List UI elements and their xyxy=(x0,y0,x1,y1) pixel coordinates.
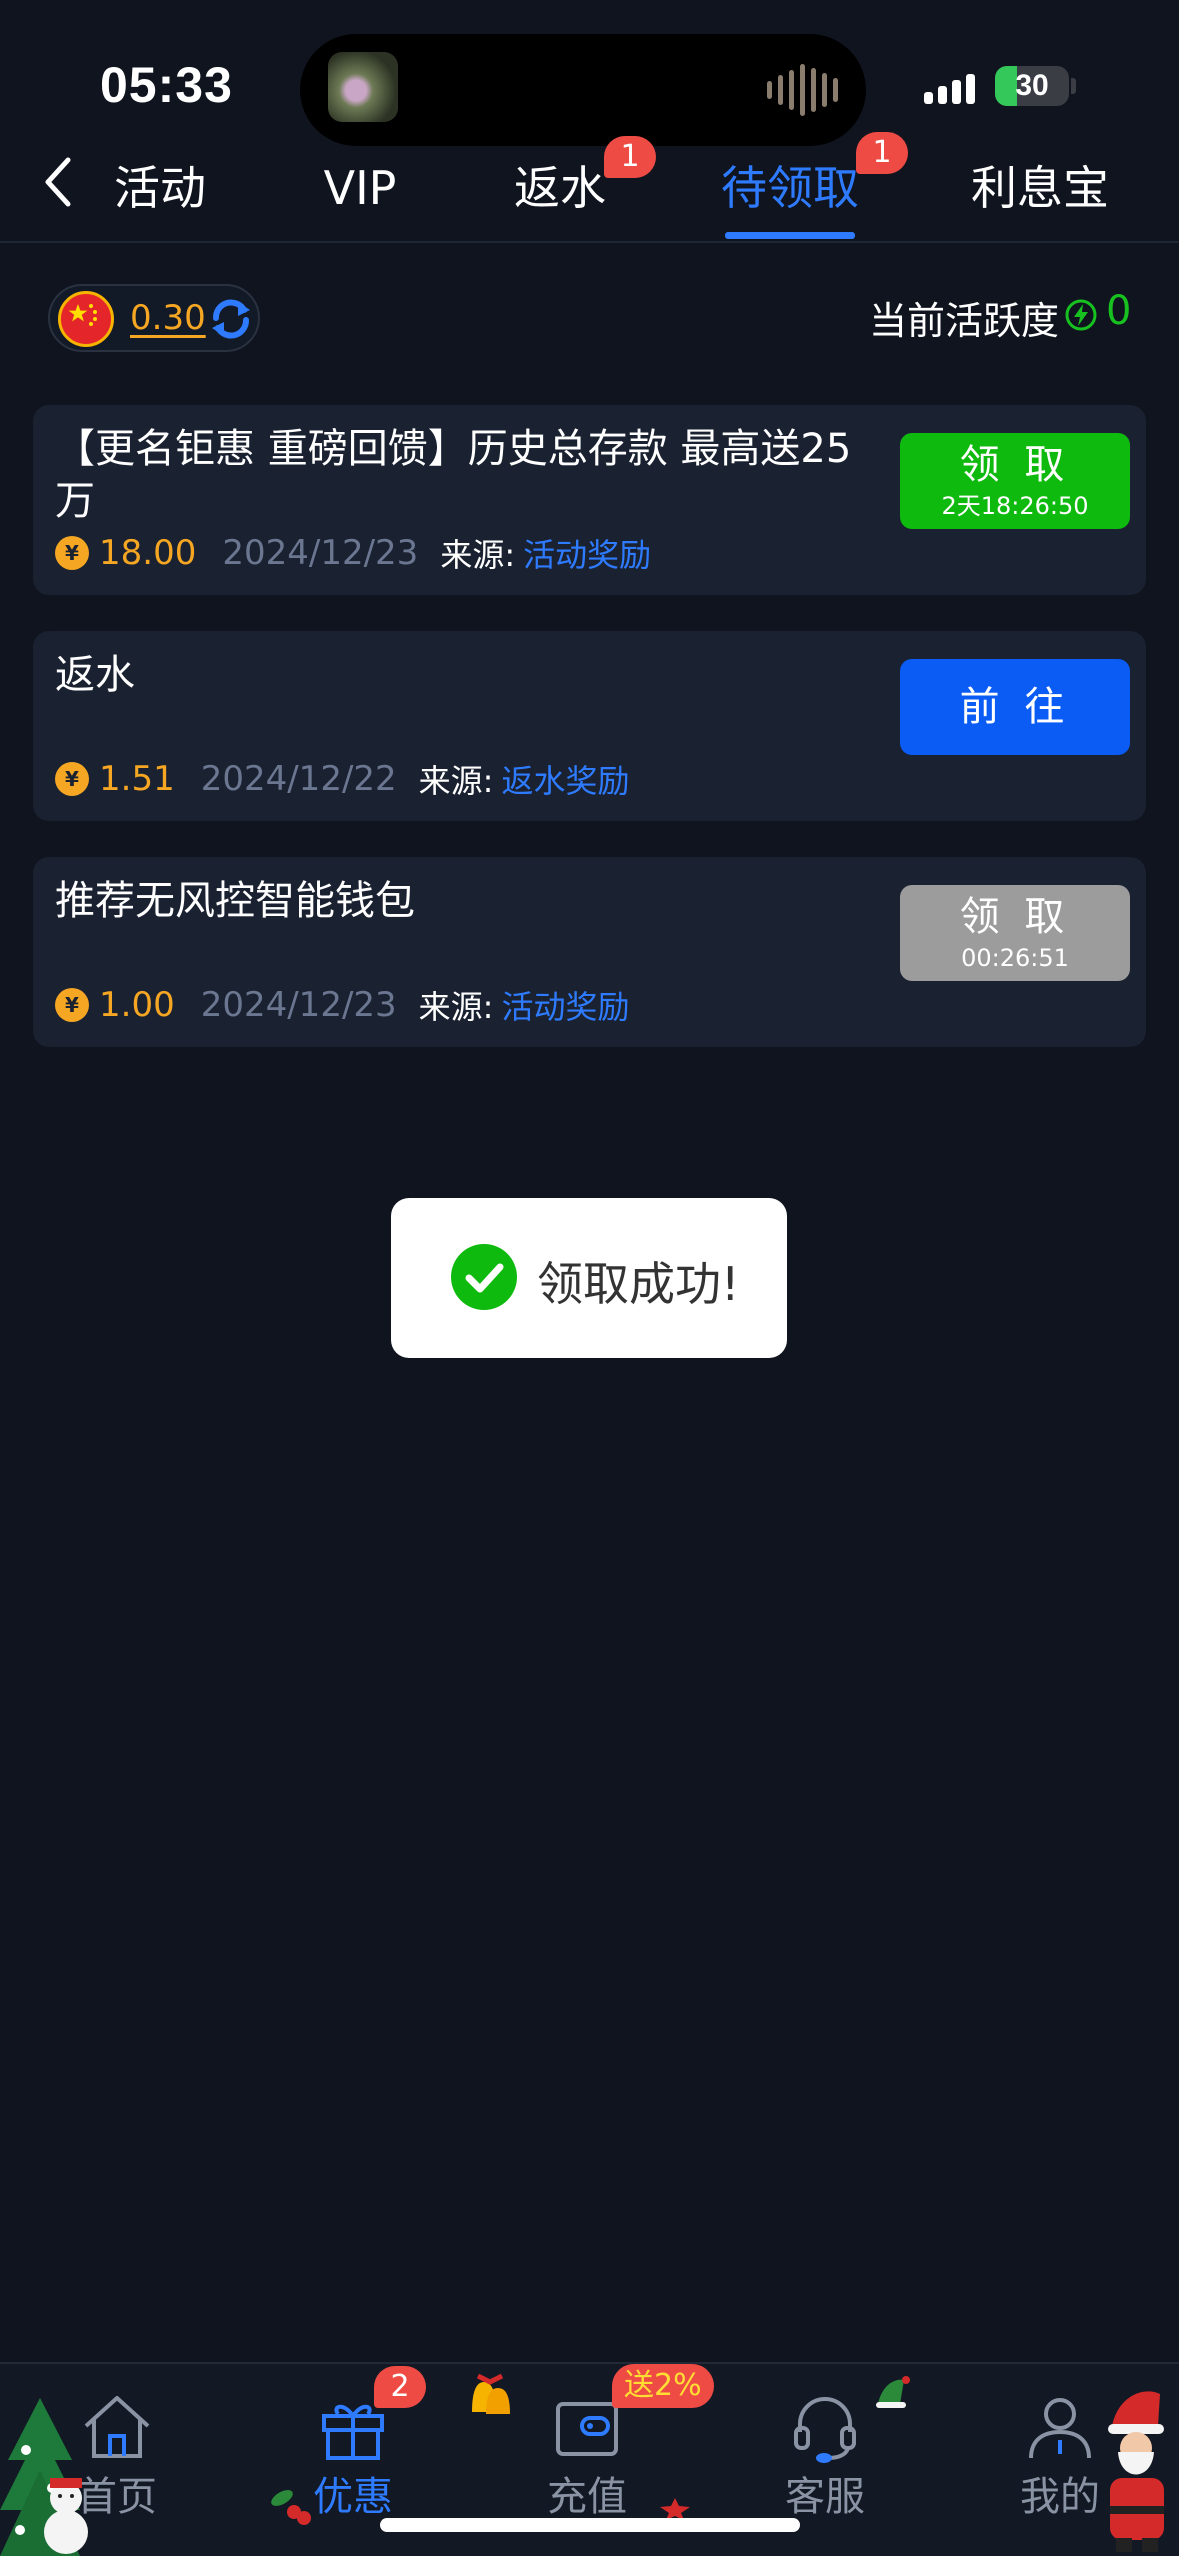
signal-icon xyxy=(924,68,975,104)
reward-meta: ¥ 1.00 2024/12/23 来源: 活动奖励 xyxy=(55,981,629,1029)
tab-rebate[interactable]: 返水 xyxy=(510,154,610,222)
reward-card: 【更名钜惠 重磅回馈】历史总存款 最高送25万 ¥ 18.00 2024/12/… xyxy=(33,405,1146,595)
bolt-icon xyxy=(1064,298,1098,332)
claim-button-label: 领 取 xyxy=(959,894,1071,940)
tab-vip[interactable]: VIP xyxy=(310,154,410,222)
go-button[interactable]: 前 往 xyxy=(900,659,1130,755)
dynamic-island xyxy=(300,34,866,146)
claim-button-label: 领 取 xyxy=(959,442,1071,488)
reward-source-link[interactable]: 返水奖励 xyxy=(501,756,629,802)
toast-message: 领取成功! xyxy=(537,1257,740,1311)
claim-button[interactable]: 领 取 2天18:26:50 xyxy=(900,433,1130,529)
activity-value: 0 xyxy=(1106,288,1132,334)
header-divider xyxy=(0,241,1179,243)
reward-amount: 1.00 xyxy=(99,985,175,1025)
reward-card: 返水 ¥ 1.51 2024/12/22 来源: 返水奖励 前 往 xyxy=(33,631,1146,821)
media-thumbnail xyxy=(328,52,398,122)
claim-countdown: 00:26:51 xyxy=(961,944,1069,972)
back-button[interactable] xyxy=(36,152,84,212)
reward-meta: ¥ 1.51 2024/12/22 来源: 返水奖励 xyxy=(55,755,629,803)
audio-waveform-icon xyxy=(767,62,838,118)
reward-amount: 18.00 xyxy=(99,533,197,573)
battery-icon: 30 xyxy=(995,66,1069,106)
nav-support-label: 客服 xyxy=(785,2474,865,2520)
reward-source-label: 来源: xyxy=(418,988,494,1026)
reward-title: 返水 xyxy=(55,652,135,698)
status-time: 05:33 xyxy=(100,57,233,113)
bells-icon xyxy=(472,2373,510,2414)
nav-deposit-label: 充值 xyxy=(547,2474,627,2520)
santa-hat-icon xyxy=(876,2376,910,2408)
go-button-label: 前 往 xyxy=(959,684,1071,730)
coin-icon: ¥ xyxy=(55,988,89,1022)
activity-label: 当前活跃度 xyxy=(868,299,1059,343)
balance-value: 0.30 xyxy=(130,298,206,338)
home-indicator xyxy=(380,2518,800,2532)
china-flag-icon xyxy=(58,291,114,347)
active-tab-indicator xyxy=(725,232,855,239)
tab-pending-claim[interactable]: 待领取 xyxy=(715,154,865,222)
reward-source-label: 来源: xyxy=(418,762,494,800)
coin-icon: ¥ xyxy=(55,536,89,570)
snowman-icon xyxy=(44,2478,88,2554)
check-circle-icon xyxy=(451,1244,517,1310)
reward-date: 2024/12/23 xyxy=(222,533,419,573)
chevron-left-icon xyxy=(45,157,71,207)
reward-source-link[interactable]: 活动奖励 xyxy=(523,530,651,576)
battery-tip xyxy=(1071,78,1076,94)
battery-level: 30 xyxy=(1015,69,1049,102)
holly-icon xyxy=(271,2490,311,2525)
tab-interest[interactable]: 利息宝 xyxy=(970,154,1110,222)
reward-date: 2024/12/22 xyxy=(200,759,397,799)
success-toast: 领取成功! xyxy=(391,1198,787,1358)
reward-source-link[interactable]: 活动奖励 xyxy=(501,982,629,1028)
reward-date: 2024/12/23 xyxy=(200,985,397,1025)
balance-pill: 0.30 xyxy=(48,284,260,352)
tab-activity[interactable]: 活动 xyxy=(110,154,210,222)
tab-pending-badge: 1 xyxy=(856,132,908,174)
star-decoration-icon xyxy=(660,2498,690,2520)
deposit-promo-badge: 送2% xyxy=(612,2364,714,2408)
reward-title: 推荐无风控智能钱包 xyxy=(55,878,415,924)
claim-countdown: 2天18:26:50 xyxy=(941,492,1089,520)
nav-promotions-badge: 2 xyxy=(374,2366,426,2408)
santa-claus-icon xyxy=(1108,2391,1164,2552)
user-icon xyxy=(1029,2398,1091,2459)
reward-card: 推荐无风控智能钱包 ¥ 1.00 2024/12/23 来源: 活动奖励 领 取… xyxy=(33,857,1146,1047)
tab-rebate-badge: 1 xyxy=(604,136,656,178)
reward-meta: ¥ 18.00 2024/12/23 来源: 活动奖励 xyxy=(55,529,651,577)
reward-source-label: 来源: xyxy=(440,536,516,574)
coin-icon: ¥ xyxy=(55,762,89,796)
claim-button-disabled[interactable]: 领 取 00:26:51 xyxy=(900,885,1130,981)
reward-amount: 1.51 xyxy=(99,759,175,799)
headset-icon xyxy=(794,2397,856,2463)
refresh-icon[interactable] xyxy=(208,296,254,342)
reward-title: 【更名钜惠 重磅回馈】历史总存款 最高送25万 xyxy=(55,426,852,524)
